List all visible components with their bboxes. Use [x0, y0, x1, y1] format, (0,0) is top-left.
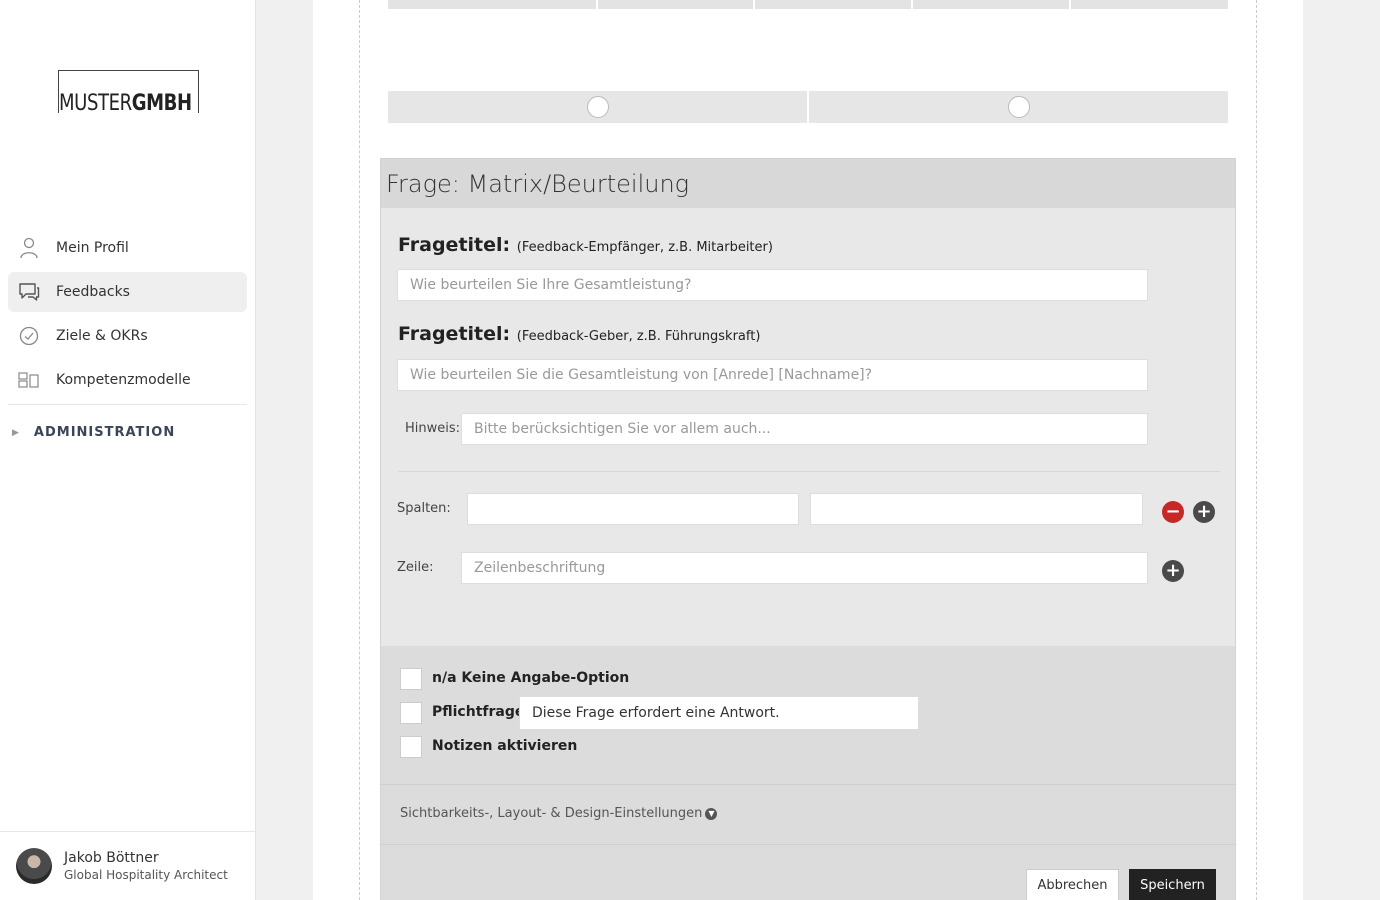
- logo-text-light: MUSTER: [59, 91, 132, 116]
- title-label-giver: Fragetitel: (Feedback-Geber, z.B. Führun…: [398, 323, 761, 345]
- previous-matrix-cells: [388, 0, 1228, 9]
- column-input-2[interactable]: [810, 493, 1143, 525]
- question-editor: Frage: Matrix/Beurteilung Fragetitel: (F…: [380, 158, 1236, 900]
- save-button[interactable]: Speichern: [1129, 869, 1216, 900]
- columns-label: Spalten:: [397, 501, 451, 516]
- admin-label: ADMINISTRATION: [33, 425, 176, 440]
- title-label-recipient: Fragetitel: (Feedback-Empfänger, z.B. Mi…: [398, 234, 773, 256]
- check-circle-icon: [18, 325, 40, 347]
- previous-matrix-row: [388, 91, 1228, 123]
- notes-label: Notizen aktivieren: [432, 738, 578, 754]
- radio-button[interactable]: [1007, 96, 1030, 118]
- matrix-cell: [809, 91, 1228, 123]
- title-note: (Feedback-Geber, z.B. Führungskraft): [516, 329, 761, 344]
- title-note: (Feedback-Empfänger, z.B. Mitarbeiter): [516, 240, 773, 255]
- user-name: Jakob Böttner: [64, 850, 159, 866]
- hint-label: Hinweis:: [405, 421, 461, 436]
- row-input[interactable]: Zeilenbeschriftung: [461, 552, 1148, 584]
- plus-icon: +: [1196, 501, 1212, 522]
- question-header: Frage: Matrix/Beurteilung: [381, 159, 1235, 208]
- required-label: Pflichtfrage: [432, 704, 525, 720]
- chat-icon: [18, 281, 40, 303]
- divider: [398, 471, 1220, 472]
- required-checkbox[interactable]: [400, 702, 422, 724]
- matrix-cell: [388, 0, 596, 9]
- user-profile[interactable]: Jakob Böttner Global Hospitality Archite…: [0, 831, 256, 900]
- matrix-cell: [1071, 0, 1228, 9]
- matrix-cell: [913, 0, 1069, 9]
- na-option-checkbox[interactable]: [400, 668, 422, 690]
- divider: [381, 844, 1235, 845]
- avatar: [16, 848, 52, 884]
- sidebar-item-kompetenzmodelle[interactable]: Kompetenzmodelle: [8, 360, 247, 400]
- sidebar-item-label: Mein Profil: [56, 240, 129, 256]
- minus-icon: −: [1165, 501, 1181, 522]
- notes-checkbox[interactable]: [400, 736, 422, 758]
- matrix-cell: [388, 91, 807, 123]
- add-column-button[interactable]: +: [1193, 501, 1215, 523]
- company-logo[interactable]: MUSTERGMBH: [58, 70, 199, 116]
- column-input-1[interactable]: [467, 493, 799, 525]
- question-options: n/a Keine Angabe-Option Pflichtfrage Die…: [381, 646, 1235, 900]
- sidebar-item-label: Feedbacks: [56, 284, 130, 300]
- radio-button[interactable]: [586, 96, 609, 118]
- matrix-cell: [598, 0, 753, 9]
- chevron-right-icon: ▶: [12, 427, 20, 438]
- title-recipient-input[interactable]: Wie beurteilen Sie Ihre Gesamtleistung?: [397, 269, 1148, 301]
- sidebar-item-feedbacks[interactable]: Feedbacks: [8, 272, 247, 312]
- plus-icon: +: [1165, 560, 1181, 581]
- required-message-input[interactable]: Diese Frage erfordert eine Antwort.: [519, 696, 919, 730]
- model-icon: [18, 369, 40, 391]
- sidebar-item-mein-profil[interactable]: Mein Profil: [8, 228, 247, 268]
- cancel-button[interactable]: Abbrechen: [1026, 869, 1119, 900]
- chevron-down-icon: ▼: [705, 807, 718, 820]
- title-giver-input[interactable]: Wie beurteilen Sie die Gesamtleistung vo…: [397, 359, 1148, 391]
- remove-column-button[interactable]: −: [1162, 501, 1184, 523]
- logo-text-bold: GMBH: [131, 91, 192, 116]
- sidebar: MUSTERGMBH Mein Profil Feedbacks Ziele &…: [0, 0, 256, 900]
- user-icon: [18, 237, 40, 259]
- sidebar-item-administration[interactable]: ▶ ADMINISTRATION: [8, 425, 247, 440]
- sidebar-item-ziele-okrs[interactable]: Ziele & OKRs: [8, 316, 247, 356]
- sidebar-item-label: Kompetenzmodelle: [56, 372, 191, 388]
- sidebar-item-label: Ziele & OKRs: [56, 328, 148, 344]
- sidebar-nav: Mein Profil Feedbacks Ziele & OKRs Kompe…: [8, 228, 247, 440]
- divider: [381, 784, 1235, 785]
- row-label: Zeile:: [397, 560, 434, 575]
- visibility-settings-toggle[interactable]: Sichtbarkeits-, Layout- & Design-Einstel…: [400, 806, 718, 821]
- nav-divider: [8, 404, 247, 405]
- hint-input[interactable]: Bitte berücksichtigen Sie vor allem auch…: [461, 413, 1148, 445]
- visibility-settings-label: Sichtbarkeits-, Layout- & Design-Einstel…: [400, 806, 703, 821]
- add-row-button[interactable]: +: [1162, 560, 1184, 582]
- na-option-label: n/a Keine Angabe-Option: [432, 670, 630, 686]
- user-role: Global Hospitality Architect: [64, 868, 228, 882]
- matrix-cell: [755, 0, 911, 9]
